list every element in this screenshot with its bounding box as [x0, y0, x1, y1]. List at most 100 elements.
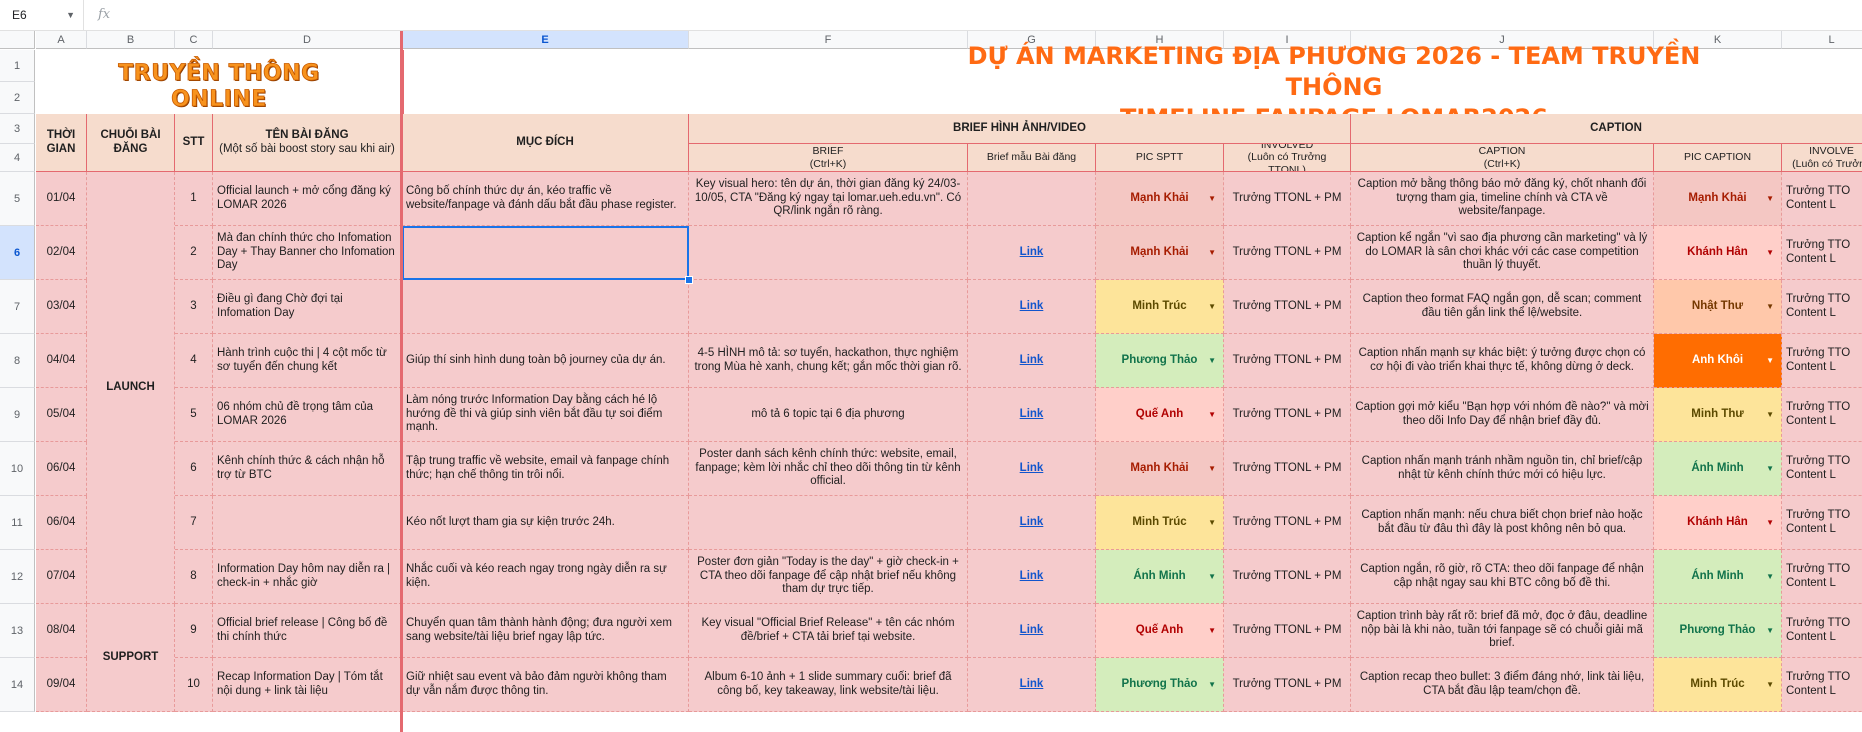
date-cell[interactable]: 04/04 — [36, 334, 87, 388]
pic-caption-chip[interactable]: Mạnh Khải ▼ — [1654, 172, 1782, 226]
frozen-column-divider[interactable] — [400, 31, 403, 732]
involved-2-cell[interactable]: Trưởng TTO Content L — [1782, 550, 1862, 604]
pic-sptt-chip[interactable]: Minh Trúc ▼ — [1096, 496, 1224, 550]
caption-cell[interactable]: Caption trình bày rất rõ: brief đã mở, đ… — [1351, 604, 1654, 658]
involved-cell[interactable]: Trưởng TTONL + PM — [1224, 604, 1351, 658]
column-header-l[interactable]: L — [1782, 31, 1862, 49]
brief-link[interactable]: Link — [968, 604, 1096, 658]
brief-cell[interactable]: Key visual "Official Brief Release" + tê… — [689, 604, 968, 658]
chevron-down-icon[interactable]: ▼ — [1766, 248, 1774, 258]
purpose-cell[interactable]: Nhắc cuối và kéo reach ngay trong ngày d… — [402, 550, 689, 604]
involved-2-cell[interactable]: Trưởng TTO Content L — [1782, 496, 1862, 550]
stt-cell[interactable]: 3 — [175, 280, 213, 334]
brief-cell[interactable] — [689, 280, 968, 334]
involved-cell[interactable]: Trưởng TTONL + PM — [1224, 442, 1351, 496]
involved-cell[interactable]: Trưởng TTONL + PM — [1224, 550, 1351, 604]
pic-caption-chip[interactable]: Ánh Minh ▼ — [1654, 442, 1782, 496]
column-header-b[interactable]: B — [87, 31, 175, 49]
brief-cell[interactable]: 4-5 HÌNH mô tả: sơ tuyển, hackathon, thự… — [689, 334, 968, 388]
brief-link[interactable]: Link — [968, 442, 1096, 496]
post-name-cell[interactable]: Recap Information Day | Tóm tắt nội dung… — [213, 658, 402, 712]
pic-sptt-chip[interactable]: Mạnh Khải ▼ — [1096, 172, 1224, 226]
caption-cell[interactable]: Caption nhấn mạnh tránh nhầm nguồn tin, … — [1351, 442, 1654, 496]
pic-sptt-chip[interactable]: Ánh Minh ▼ — [1096, 550, 1224, 604]
row-header-5[interactable]: 5 — [0, 172, 35, 226]
stt-cell[interactable]: 9 — [175, 604, 213, 658]
involved-cell[interactable]: Trưởng TTONL + PM — [1224, 334, 1351, 388]
brief-link[interactable]: Link — [968, 388, 1096, 442]
column-header-c[interactable]: C — [175, 31, 213, 49]
brief-link[interactable]: Link — [968, 334, 1096, 388]
involved-cell[interactable]: Trưởng TTONL + PM — [1224, 388, 1351, 442]
involved-cell[interactable]: Trưởng TTONL + PM — [1224, 172, 1351, 226]
chevron-down-icon[interactable]: ▼ — [1208, 302, 1216, 312]
chevron-down-icon[interactable]: ▼ — [1208, 626, 1216, 636]
chevron-down-icon[interactable]: ▼ — [1766, 572, 1774, 582]
selection-fill-handle[interactable] — [685, 276, 693, 284]
chevron-down-icon[interactable]: ▼ — [1208, 194, 1216, 204]
stt-cell[interactable]: 4 — [175, 334, 213, 388]
pic-sptt-chip[interactable]: Phương Thảo ▼ — [1096, 334, 1224, 388]
date-cell[interactable]: 07/04 — [36, 550, 87, 604]
chevron-down-icon[interactable]: ▼ — [1208, 680, 1216, 690]
date-cell[interactable]: 06/04 — [36, 442, 87, 496]
purpose-cell[interactable]: Chuyển quan tâm thành hành động; đưa ngư… — [402, 604, 689, 658]
involved-cell[interactable]: Trưởng TTONL + PM — [1224, 226, 1351, 280]
brief-cell[interactable] — [689, 496, 968, 550]
brief-link[interactable]: Link — [968, 280, 1096, 334]
involved-2-cell[interactable]: Trưởng TTO Content L — [1782, 442, 1862, 496]
involved-2-cell[interactable]: Trưởng TTO Content L — [1782, 334, 1862, 388]
pic-caption-chip[interactable]: Ánh Minh ▼ — [1654, 550, 1782, 604]
brief-link[interactable]: Link — [968, 496, 1096, 550]
chevron-down-icon[interactable]: ▼ — [1208, 248, 1216, 258]
caption-cell[interactable]: Caption gợi mở kiểu "Bạn hợp với nhóm đề… — [1351, 388, 1654, 442]
brief-cell[interactable]: Poster danh sách kênh chính thức: websit… — [689, 442, 968, 496]
row-header-14[interactable]: 14 — [0, 658, 35, 712]
involved-2-cell[interactable]: Trưởng TTO Content L — [1782, 604, 1862, 658]
date-cell[interactable]: 06/04 — [36, 496, 87, 550]
involved-2-cell[interactable]: Trưởng TTO Content L — [1782, 388, 1862, 442]
row-header-13[interactable]: 13 — [0, 604, 35, 658]
pic-caption-chip[interactable]: Nhật Thư ▼ — [1654, 280, 1782, 334]
pic-caption-chip[interactable]: Khánh Hân ▼ — [1654, 226, 1782, 280]
chevron-down-icon[interactable]: ▼ — [1208, 572, 1216, 582]
row-header-1[interactable]: 1 — [0, 50, 35, 82]
brief-cell[interactable]: Key visual hero: tên dự án, thời gian đă… — [689, 172, 968, 226]
post-name-cell[interactable]: 06 nhóm chủ đề trọng tâm của LOMAR 2026 — [213, 388, 402, 442]
involved-2-cell[interactable]: Trưởng TTO Content L — [1782, 658, 1862, 712]
date-cell[interactable]: 01/04 — [36, 172, 87, 226]
chevron-down-icon[interactable]: ▼ — [1208, 410, 1216, 420]
stt-cell[interactable]: 2 — [175, 226, 213, 280]
brief-link[interactable] — [968, 172, 1096, 226]
brief-cell[interactable]: Album 6-10 ảnh + 1 slide summary cuối: b… — [689, 658, 968, 712]
brief-cell[interactable] — [689, 226, 968, 280]
brief-link[interactable]: Link — [968, 658, 1096, 712]
post-name-cell[interactable]: Kênh chính thức & cách nhận hỗ trợ từ BT… — [213, 442, 402, 496]
pic-caption-chip[interactable]: Minh Thư ▼ — [1654, 388, 1782, 442]
date-cell[interactable]: 09/04 — [36, 658, 87, 712]
post-name-cell[interactable]: Official brief release | Công bố đề thi … — [213, 604, 402, 658]
chevron-down-icon[interactable]: ▼ — [1208, 356, 1216, 366]
pic-sptt-chip[interactable]: Minh Trúc ▼ — [1096, 280, 1224, 334]
involved-cell[interactable]: Trưởng TTONL + PM — [1224, 280, 1351, 334]
chevron-down-icon[interactable]: ▼ — [1766, 626, 1774, 636]
caption-cell[interactable]: Caption theo format FAQ ngắn gọn, dễ sca… — [1351, 280, 1654, 334]
brief-link[interactable]: Link — [968, 226, 1096, 280]
column-header-d[interactable]: D — [213, 31, 402, 49]
involved-2-cell[interactable]: Trưởng TTO Content L — [1782, 280, 1862, 334]
column-header-e[interactable]: E — [402, 31, 689, 49]
date-cell[interactable]: 02/04 — [36, 226, 87, 280]
purpose-cell[interactable]: Công bố chính thức dự án, kéo traffic về… — [402, 172, 689, 226]
column-header-f[interactable]: F — [689, 31, 968, 49]
purpose-cell[interactable] — [402, 226, 689, 280]
post-name-cell[interactable]: Hành trình cuộc thi | 4 cột mốc từ sơ tu… — [213, 334, 402, 388]
purpose-cell[interactable] — [402, 280, 689, 334]
brief-link[interactable]: Link — [968, 550, 1096, 604]
row-header-7[interactable]: 7 — [0, 280, 35, 334]
caption-cell[interactable]: Caption nhấn mạnh sự khác biệt: ý tưởng … — [1351, 334, 1654, 388]
purpose-cell[interactable]: Giúp thí sinh hình dung toàn bộ journey … — [402, 334, 689, 388]
chevron-down-icon[interactable]: ▼ — [1766, 518, 1774, 528]
post-name-cell[interactable]: Official launch + mở cổng đăng ký LOMAR … — [213, 172, 402, 226]
brief-cell[interactable]: Poster đơn giản "Today is the day" + giờ… — [689, 550, 968, 604]
row-header-12[interactable]: 12 — [0, 550, 35, 604]
